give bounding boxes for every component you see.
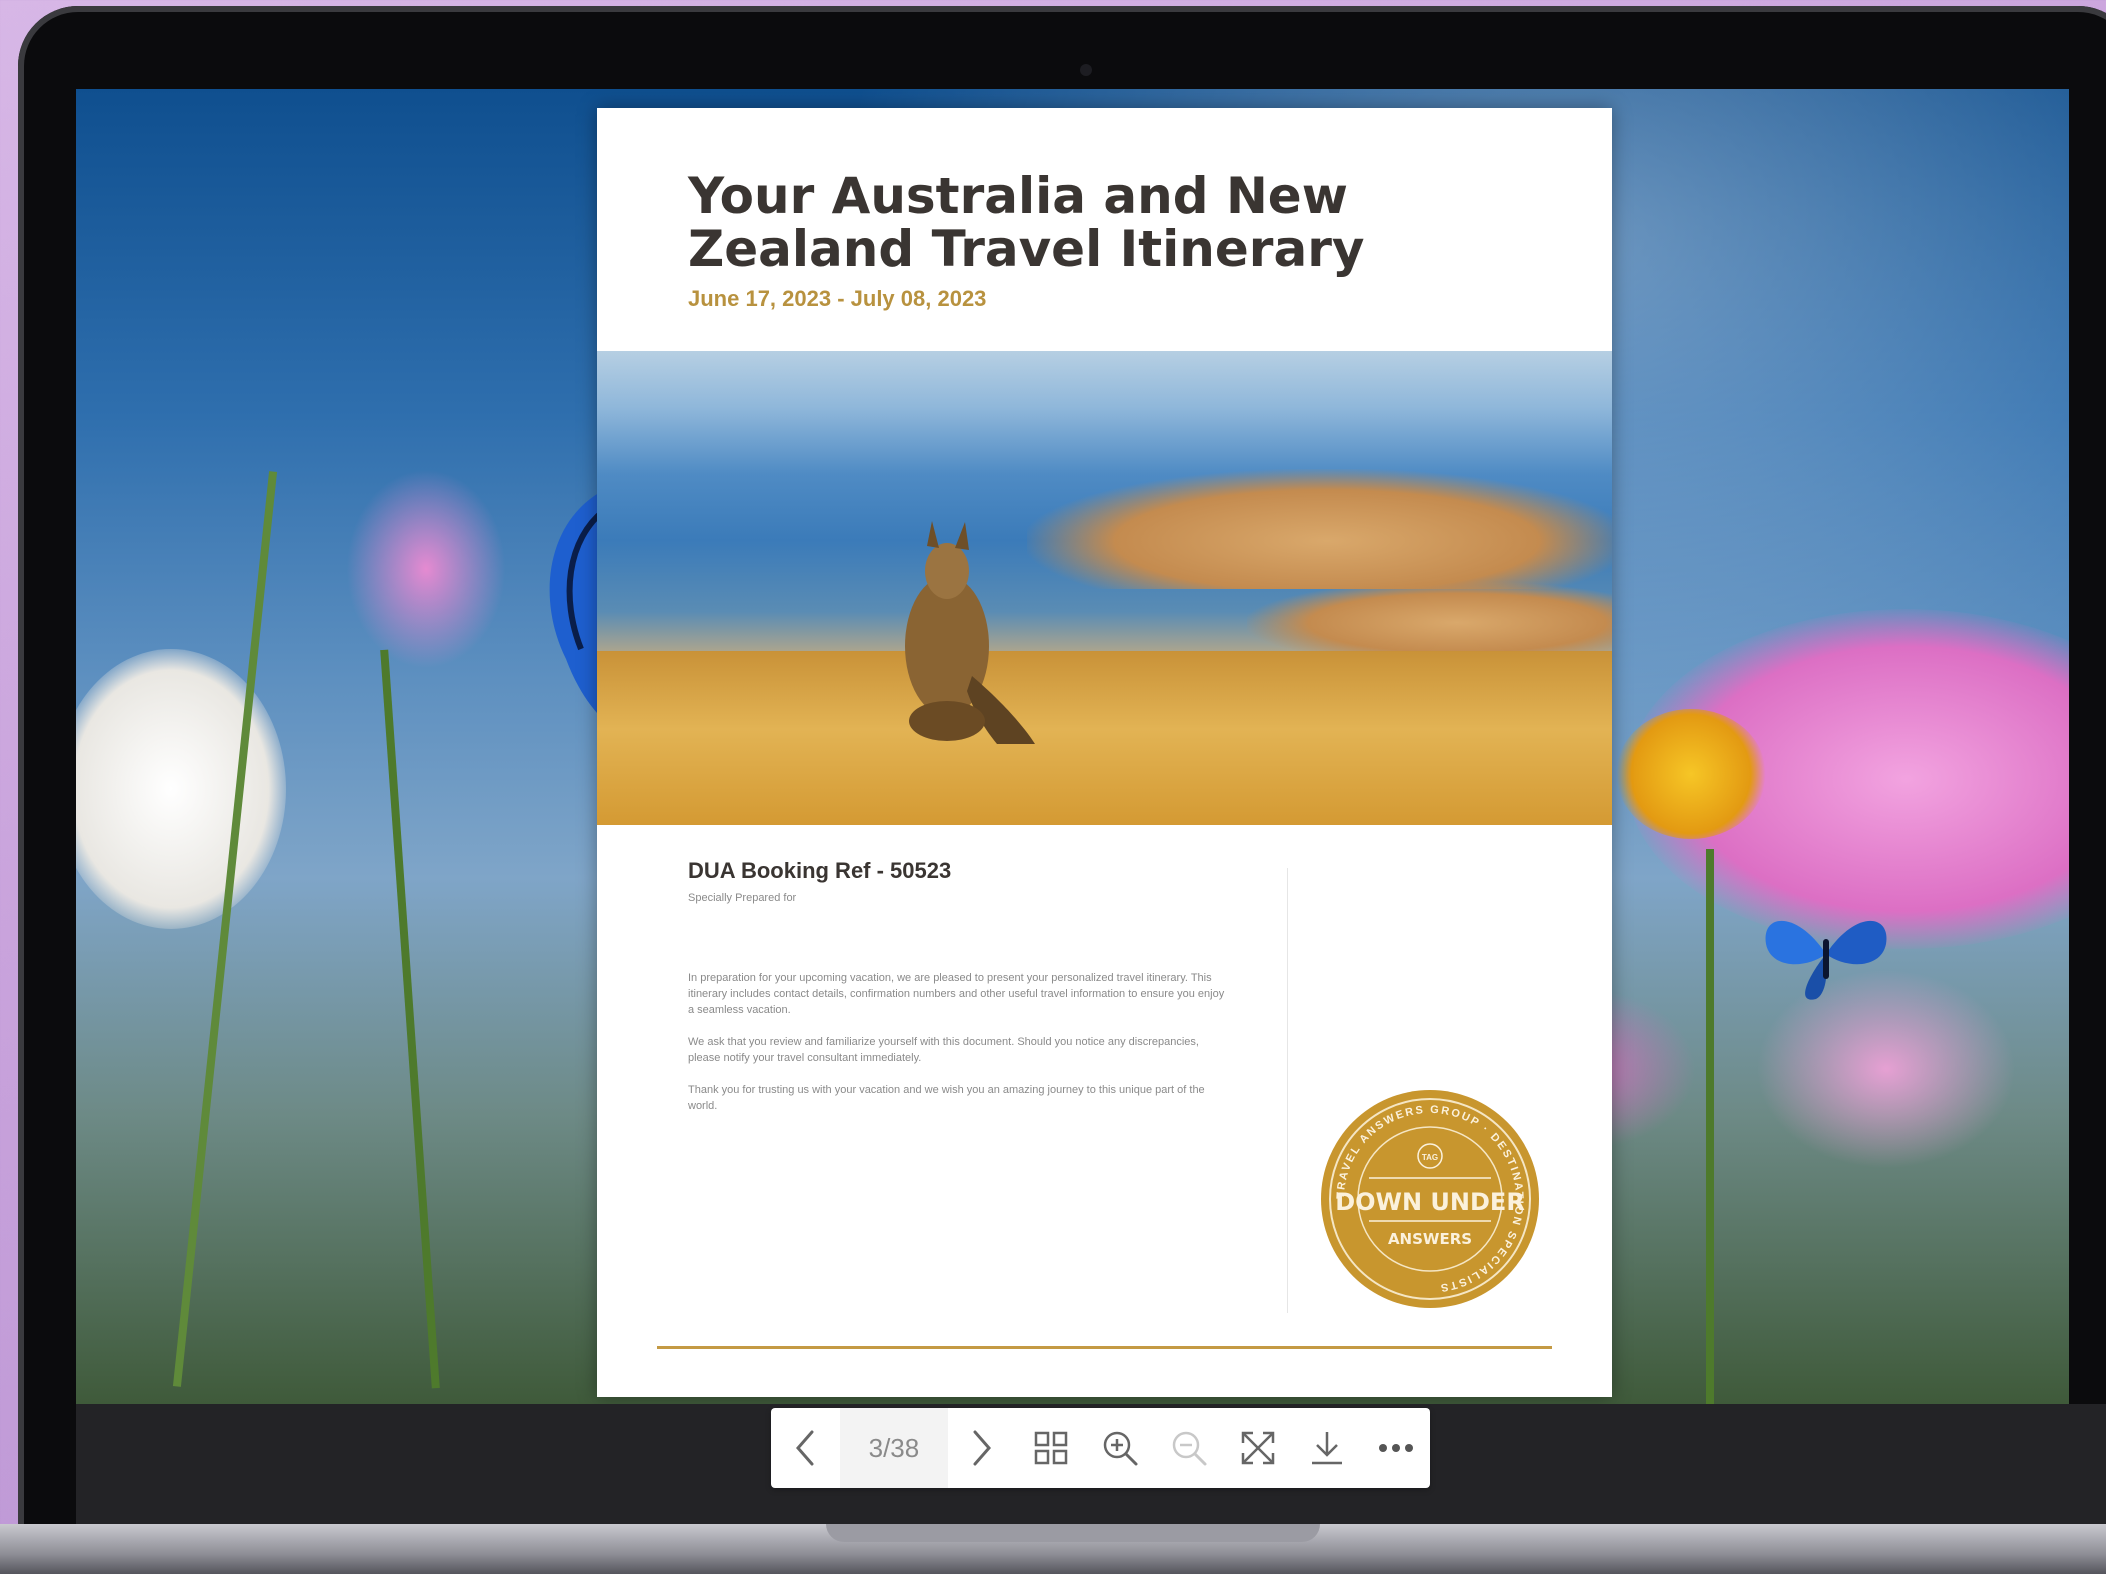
zoom-in-button[interactable] [1086, 1408, 1155, 1488]
kangaroo-figure [905, 521, 1035, 744]
flower-center [1616, 709, 1766, 839]
viewer-toolbar: 3/38 [771, 1408, 1430, 1488]
footer-rule [657, 1346, 1552, 1349]
document-title: Your Australia and New Zealand Travel It… [688, 167, 1365, 278]
previous-page-button[interactable] [771, 1408, 840, 1488]
review-paragraph: We ask that you review and familiarize y… [688, 1036, 1199, 1064]
download-button[interactable] [1292, 1408, 1361, 1488]
chevron-left-icon [796, 1430, 814, 1466]
coastal-cliff [1027, 469, 1612, 589]
grid-icon [1035, 1431, 1068, 1465]
down-under-answers-seal: TRAVEL ANSWERS GROUP · DESTINATION SPECI… [1321, 1090, 1539, 1308]
flower-stem [380, 649, 440, 1389]
golden-grass [597, 651, 1612, 825]
document-page: Your Australia and New Zealand Travel It… [597, 108, 1612, 1397]
fullscreen-button[interactable] [1223, 1408, 1292, 1488]
booking-reference: DUA Booking Ref - 50523 [688, 858, 952, 883]
page-indicator[interactable]: 3/38 [839, 1408, 949, 1488]
blue-butterfly [1765, 920, 1887, 1000]
next-page-button[interactable] [948, 1408, 1017, 1488]
thumbnails-button[interactable] [1017, 1408, 1086, 1488]
coastal-cliff [1247, 581, 1612, 651]
intro-paragraph: In preparation for your upcoming vacatio… [688, 972, 1225, 1016]
travel-dates: June 17, 2023 - July 08, 2023 [688, 286, 987, 311]
laptop-notch [826, 1524, 1320, 1542]
svg-text:DOWN UNDER: DOWN UNDER [1335, 1188, 1525, 1216]
more-options-button[interactable] [1361, 1408, 1430, 1488]
zoom-out-icon [1172, 1431, 1207, 1466]
flower-stem [1706, 849, 1714, 1404]
kangaroo-photo [597, 351, 1612, 825]
more-icon [1378, 1444, 1413, 1452]
column-divider [1287, 868, 1288, 1313]
pink-flower [346, 469, 506, 669]
chevron-right-icon [973, 1430, 992, 1466]
svg-text:TAG: TAG [1422, 1153, 1438, 1162]
download-icon [1311, 1432, 1342, 1465]
fullscreen-icon [1241, 1431, 1275, 1465]
thank-you-paragraph: Thank you for trusting us with your vaca… [688, 1084, 1205, 1112]
flower-stem [172, 471, 278, 1387]
camera [1080, 64, 1092, 76]
white-flower [76, 649, 286, 929]
zoom-out-button[interactable] [1155, 1408, 1224, 1488]
svg-text:ANSWERS: ANSWERS [1388, 1230, 1472, 1248]
prepared-for-label: Specially Prepared for [688, 892, 797, 904]
screen: Your Australia and New Zealand Travel It… [76, 89, 2069, 1404]
zoom-in-icon [1103, 1431, 1138, 1466]
